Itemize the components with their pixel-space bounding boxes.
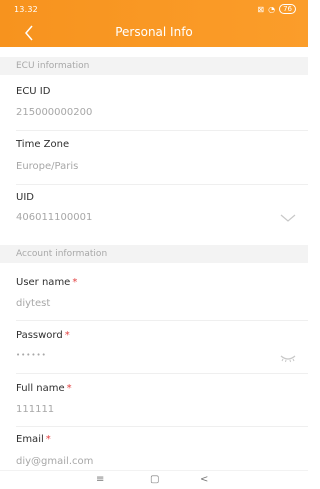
full-name-label: Full name * bbox=[16, 383, 72, 394]
app-header: 13.32 ⊠ ◔ 76 Personal Info bbox=[0, 0, 308, 47]
username-value[interactable]: diytest bbox=[16, 298, 50, 309]
ecu-section-header: ECU information bbox=[0, 57, 308, 75]
divider bbox=[16, 373, 308, 374]
notification-icon: ⊠ bbox=[257, 4, 265, 14]
divider bbox=[16, 426, 308, 427]
status-icons: ⊠ ◔ 76 bbox=[257, 4, 296, 14]
time-zone-label: Time Zone bbox=[16, 139, 70, 150]
required-marker: * bbox=[64, 330, 70, 341]
show-password-icon[interactable] bbox=[280, 353, 296, 363]
time-zone-value[interactable]: Europe/Paris bbox=[16, 161, 78, 172]
uid-label: UID bbox=[16, 192, 34, 203]
back-nav-icon[interactable]: < bbox=[200, 474, 208, 485]
required-marker: * bbox=[45, 434, 51, 445]
home-icon[interactable]: ▢ bbox=[150, 474, 159, 485]
personal-info-screen: 13.32 ⊠ ◔ 76 Personal Info ECU informati… bbox=[0, 0, 308, 489]
full-name-value[interactable]: 111111 bbox=[16, 404, 54, 415]
password-label: Password * bbox=[16, 330, 70, 341]
battery-icon: 76 bbox=[279, 4, 296, 14]
divider bbox=[16, 184, 308, 185]
status-time: 13.32 bbox=[14, 5, 38, 14]
password-value[interactable]: •••••• bbox=[16, 351, 47, 359]
required-marker: * bbox=[66, 383, 72, 394]
username-label: User name * bbox=[16, 277, 78, 288]
email-label: Email * bbox=[16, 434, 51, 445]
divider bbox=[16, 320, 308, 321]
menu-icon[interactable]: ≡ bbox=[96, 474, 104, 485]
divider bbox=[16, 130, 308, 131]
uid-value[interactable]: 406011100001 bbox=[16, 212, 92, 223]
ecu-id-value: 215000000200 bbox=[16, 107, 93, 118]
chevron-down-icon[interactable] bbox=[280, 213, 296, 223]
ecu-id-label: ECU ID bbox=[16, 86, 51, 97]
email-value[interactable]: diy@gmail.com bbox=[16, 456, 93, 467]
system-nav-bar: ≡ ▢ < bbox=[0, 470, 308, 489]
required-marker: * bbox=[72, 277, 78, 288]
account-section-header: Account information bbox=[0, 245, 308, 263]
wifi-icon: ◔ bbox=[268, 4, 276, 14]
page-title: Personal Info bbox=[115, 25, 193, 39]
